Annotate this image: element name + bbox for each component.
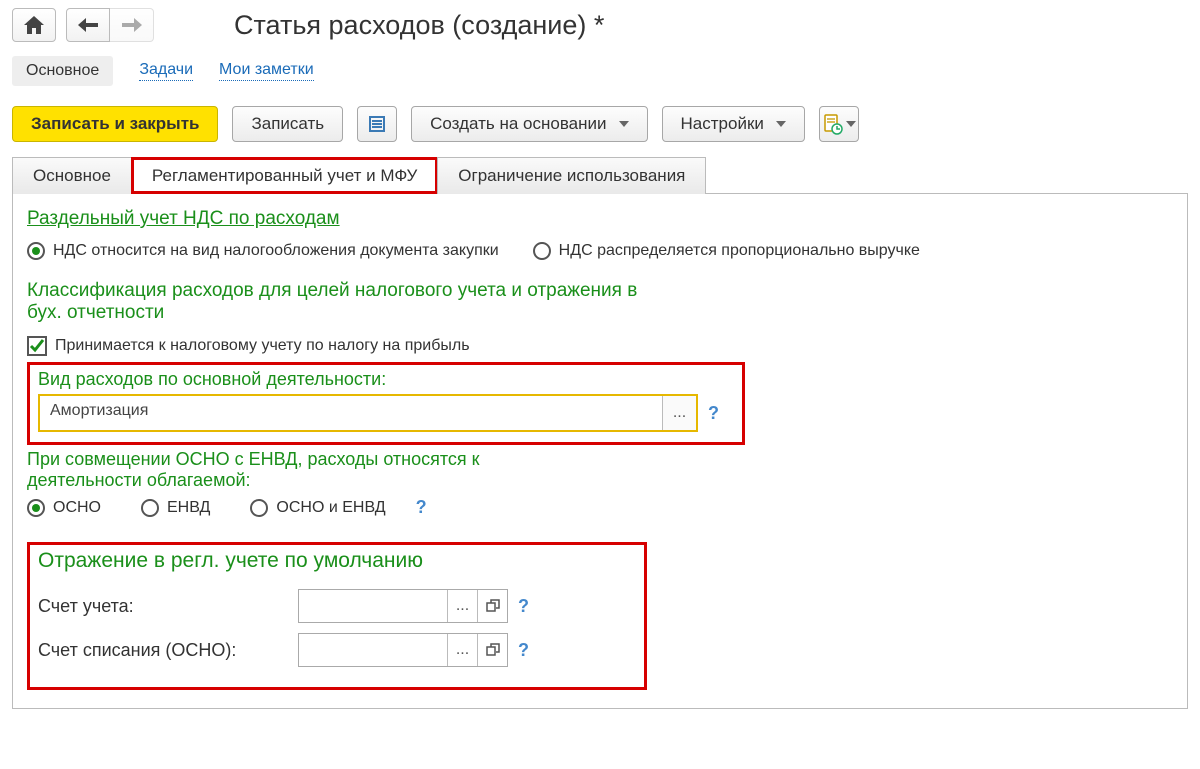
account-input[interactable]: ... (298, 589, 508, 623)
writeoff-help[interactable]: ? (518, 640, 529, 661)
vat-section-title: Раздельный учет НДС по расходам (27, 208, 340, 230)
combine-help[interactable]: ? (416, 497, 427, 518)
writeoff-input-value (299, 634, 447, 666)
create-based-on-button[interactable]: Создать на основании (411, 106, 647, 142)
checkbox-icon (27, 336, 47, 356)
tab-content: Раздельный учет НДС по расходам НДС отно… (12, 194, 1188, 709)
expense-kind-help[interactable]: ? (708, 403, 719, 424)
combine-both-label: ОСНО и ЕНВД (276, 499, 385, 517)
section-current[interactable]: Основное (12, 56, 113, 86)
tax-accepted-label: Принимается к налоговому учету по налогу… (55, 337, 470, 355)
vat-option-revenue[interactable]: НДС распределяется пропорционально выруч… (533, 242, 920, 260)
writeoff-input[interactable]: ... (298, 633, 508, 667)
document-clock-icon (822, 113, 844, 135)
expense-kind-select[interactable]: Амортизация ... (38, 394, 698, 432)
radio-icon (27, 242, 45, 260)
section-notes-link[interactable]: Мои заметки (219, 61, 314, 81)
expense-kind-value: Амортизация (40, 396, 662, 430)
forward-button (110, 8, 154, 42)
vat-option-doc[interactable]: НДС относится на вид налогообложения док… (27, 242, 499, 260)
tab-main[interactable]: Основное (12, 157, 132, 194)
expense-kind-block: Вид расходов по основной деятельности: А… (27, 362, 745, 445)
account-input-value (299, 590, 447, 622)
tab-restrictions[interactable]: Ограничение использования (437, 157, 706, 194)
vat-option-doc-label: НДС относится на вид налогообложения док… (53, 242, 499, 260)
chevron-down-icon (619, 121, 629, 127)
account-label: Счет учета: (38, 596, 288, 617)
writeoff-label: Счет списания (ОСНО): (38, 640, 288, 661)
account-input-more[interactable]: ... (447, 590, 477, 622)
classification-title: Классификация расходов для целей налогов… (27, 280, 657, 324)
open-icon (486, 643, 500, 657)
list-icon (368, 115, 386, 133)
tab-bar: Основное Регламентированный учет и МФУ О… (12, 156, 1188, 194)
reg-defaults-block: Отражение в регл. учете по умолчанию Сче… (27, 542, 647, 690)
account-help[interactable]: ? (518, 596, 529, 617)
radio-icon (141, 499, 159, 517)
tax-accepted-checkbox[interactable]: Принимается к налоговому учету по налогу… (27, 336, 470, 356)
tab-reg-accounting[interactable]: Регламентированный учет и МФУ (131, 157, 438, 194)
create-based-on-label: Создать на основании (430, 114, 606, 134)
combine-osno-label: ОСНО (53, 499, 101, 517)
reports-button[interactable] (819, 106, 859, 142)
arrow-right-icon (122, 18, 142, 32)
combine-envd-label: ЕНВД (167, 499, 210, 517)
reg-defaults-title: Отражение в регл. учете по умолчанию (38, 549, 423, 573)
back-button[interactable] (66, 8, 110, 42)
combine-both[interactable]: ОСНО и ЕНВД (250, 499, 385, 517)
account-input-open[interactable] (477, 590, 507, 622)
expense-kind-label: Вид расходов по основной деятельности: (38, 369, 734, 390)
arrow-left-icon (78, 18, 98, 32)
settings-button[interactable]: Настройки (662, 106, 805, 142)
expense-kind-more[interactable]: ... (662, 396, 696, 430)
page-title: Статья расходов (создание) * (234, 10, 604, 41)
list-view-button[interactable] (357, 106, 397, 142)
radio-icon (27, 499, 45, 517)
radio-icon (250, 499, 268, 517)
combine-label: При совмещении ОСНО с ЕНВД, расходы отно… (27, 449, 587, 491)
chevron-down-icon (846, 121, 856, 127)
chevron-down-icon (776, 121, 786, 127)
save-and-close-button[interactable]: Записать и закрыть (12, 106, 218, 142)
combine-osno[interactable]: ОСНО (27, 499, 101, 517)
open-icon (486, 599, 500, 613)
save-button[interactable]: Записать (232, 106, 343, 142)
settings-label: Настройки (681, 114, 764, 134)
radio-icon (533, 242, 551, 260)
vat-option-revenue-label: НДС распределяется пропорционально выруч… (559, 242, 920, 260)
combine-envd[interactable]: ЕНВД (141, 499, 210, 517)
section-tasks-link[interactable]: Задачи (139, 61, 193, 81)
writeoff-input-more[interactable]: ... (447, 634, 477, 666)
writeoff-input-open[interactable] (477, 634, 507, 666)
home-button[interactable] (12, 8, 56, 42)
home-icon (24, 16, 44, 34)
